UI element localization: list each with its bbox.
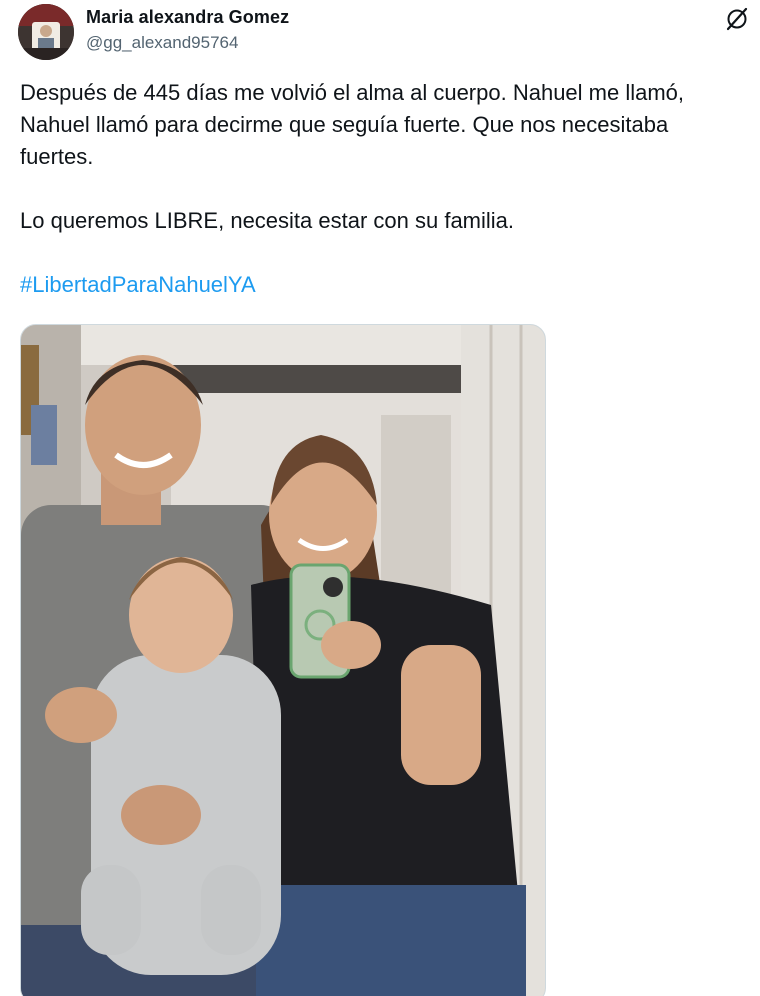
- tweet-paragraph: Lo queremos LIBRE, necesita estar con su…: [20, 208, 515, 233]
- tweet-card: Maria alexandra Gomez @gg_alexand95764 D…: [0, 0, 760, 996]
- avatar[interactable]: [18, 4, 74, 60]
- avatar-image: [18, 4, 74, 60]
- photo-image: [21, 325, 545, 996]
- user-info: Maria alexandra Gomez @gg_alexand95764: [86, 6, 289, 54]
- hashtag-link[interactable]: #LibertadParaNahuelYA: [20, 272, 256, 297]
- tweet-text: Después de 445 días me volvió el alma al…: [20, 77, 740, 301]
- grok-icon[interactable]: [720, 2, 754, 36]
- user-handle[interactable]: @gg_alexand95764: [86, 32, 289, 54]
- display-name[interactable]: Maria alexandra Gomez: [86, 6, 289, 28]
- tweet-photo[interactable]: [20, 324, 546, 996]
- tweet-paragraph: Después de 445 días me volvió el alma al…: [20, 80, 685, 169]
